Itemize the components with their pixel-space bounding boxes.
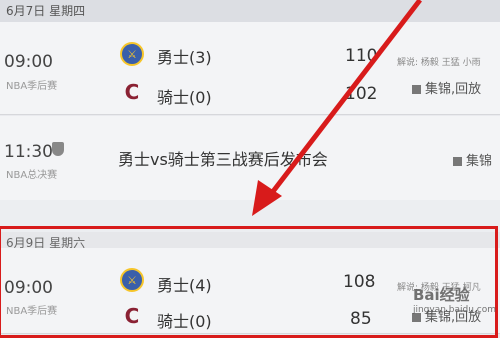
watermark: Bai经验 jingyan.baidu.com — [412, 286, 496, 315]
